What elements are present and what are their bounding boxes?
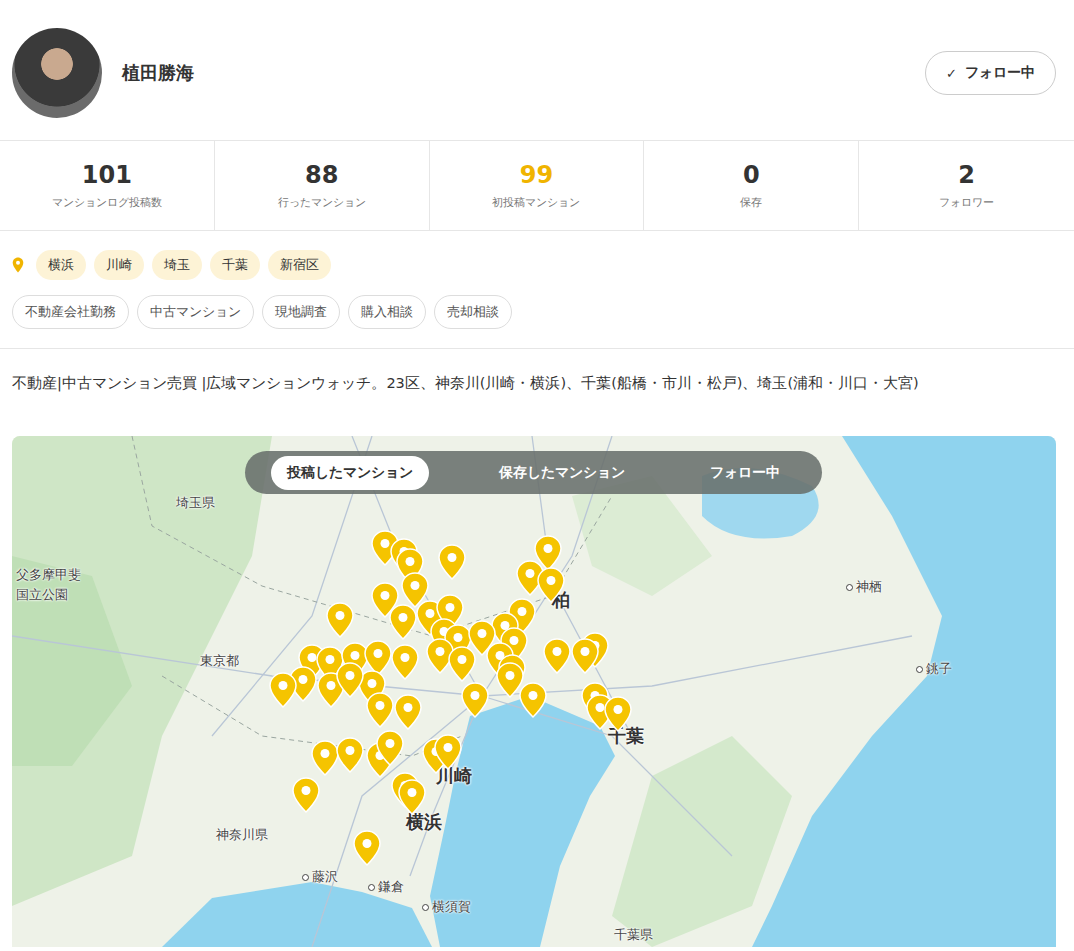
map-pin-icon[interactable] — [311, 740, 339, 776]
map-label: 埼玉県 — [176, 494, 215, 512]
follow-button[interactable]: ✓ フォロー中 — [925, 51, 1056, 95]
map-pin-icon[interactable] — [461, 682, 489, 718]
stat-item[interactable]: 2 フォロワー — [859, 141, 1074, 230]
tag-chip[interactable]: 中古マンション — [137, 295, 254, 329]
area-chip[interactable]: 横浜 — [36, 250, 86, 280]
area-chip[interactable]: 埼玉 — [152, 250, 202, 280]
map-label: 神奈川県 — [216, 826, 268, 844]
stat-label: 初投稿マンション — [492, 195, 580, 210]
map-pin-icon[interactable] — [391, 644, 419, 680]
area-chip[interactable]: 千葉 — [210, 250, 260, 280]
map[interactable]: 埼玉県 父多摩甲斐 国立公園 東京都 神奈川県 柏 神栖 銚子 千葉 川崎 横浜… — [12, 436, 1056, 947]
stat-item[interactable]: 101 マンションログ投稿数 — [0, 141, 215, 230]
bio-text: 不動産|中古マンション売買 |広域マンションウォッチ。23区、神奈川(川崎・横浜… — [0, 349, 1074, 436]
map-pin-icon[interactable] — [434, 734, 462, 770]
map-label: 東京都 — [200, 652, 239, 670]
map-label: 横須賀 — [422, 898, 471, 916]
map-label: 神栖 — [846, 578, 882, 596]
map-pin-icon[interactable] — [366, 692, 394, 728]
map-label: 千葉 — [608, 724, 644, 748]
stat-label: 行ったマンション — [278, 195, 366, 210]
map-pin-icon[interactable] — [519, 682, 547, 718]
map-pin-icon[interactable] — [394, 694, 422, 730]
profile-page: 植田勝海 ✓ フォロー中 101 マンションログ投稿数88 行ったマンション99… — [0, 0, 1074, 947]
check-icon: ✓ — [946, 66, 957, 81]
map-pin-icon[interactable] — [448, 646, 476, 682]
map-pin-icon[interactable] — [364, 640, 392, 676]
map-pin-icon[interactable] — [398, 779, 426, 815]
map-label: 国立公園 — [16, 586, 68, 604]
tag-chip[interactable]: 売却相談 — [434, 295, 512, 329]
map-label: 藤沢 — [302, 868, 338, 886]
map-pin-icon[interactable] — [336, 662, 364, 698]
map-label: 千葉県 — [614, 926, 653, 944]
user-name: 植田勝海 — [122, 61, 194, 85]
area-list: 横浜川崎埼玉千葉新宿区 — [0, 231, 1074, 280]
city-dot-icon — [846, 584, 853, 591]
map-pin-icon[interactable] — [537, 567, 565, 603]
stats-row: 101 マンションログ投稿数88 行ったマンション99 初投稿マンション0 保存… — [0, 141, 1074, 231]
map-tab[interactable]: 保存したマンション — [483, 456, 641, 490]
stat-label: マンションログ投稿数 — [52, 195, 162, 210]
map-pin-icon[interactable] — [376, 730, 404, 766]
city-dot-icon — [302, 874, 309, 881]
map-pin-icon[interactable] — [292, 777, 320, 813]
area-chip[interactable]: 川崎 — [94, 250, 144, 280]
map-pin-icon[interactable] — [571, 638, 599, 674]
avatar-photo — [12, 28, 102, 118]
tag-chip[interactable]: 現地調査 — [262, 295, 340, 329]
location-pin-icon — [12, 257, 24, 273]
map-label: 鎌倉 — [368, 878, 404, 896]
tag-chip[interactable]: 不動産会社勤務 — [12, 295, 129, 329]
map-pin-icon[interactable] — [269, 672, 297, 708]
stat-item[interactable]: 0 保存 — [644, 141, 859, 230]
map-pin-icon[interactable] — [389, 604, 417, 640]
stat-value: 88 — [305, 161, 338, 189]
map-pin-icon[interactable] — [438, 544, 466, 580]
map-pin-icon[interactable] — [326, 602, 354, 638]
follow-label: フォロー中 — [965, 64, 1035, 82]
map-pin-icon[interactable] — [353, 830, 381, 866]
map-label: 父多摩甲斐 — [16, 566, 81, 584]
map-label: 銚子 — [916, 660, 952, 678]
stat-label: 保存 — [740, 195, 762, 210]
stat-item[interactable]: 99 初投稿マンション — [430, 141, 645, 230]
stat-value: 2 — [958, 161, 975, 189]
stat-value: 0 — [743, 161, 760, 189]
city-dot-icon — [916, 666, 923, 673]
map-pin-icon[interactable] — [543, 638, 571, 674]
map-pin-icon[interactable] — [604, 696, 632, 732]
city-dot-icon — [422, 904, 429, 911]
profile-header: 植田勝海 ✓ フォロー中 — [0, 0, 1074, 141]
stat-value: 101 — [82, 161, 132, 189]
tag-list: 不動産会社勤務中古マンション現地調査購入相談売却相談 — [0, 280, 1074, 349]
tag-chip[interactable]: 購入相談 — [348, 295, 426, 329]
stat-value: 99 — [520, 161, 553, 189]
area-chip[interactable]: 新宿区 — [268, 250, 331, 280]
map-pin-icon[interactable] — [336, 737, 364, 773]
map-tab-bar: 投稿したマンション 保存したマンション フォロー中 — [245, 451, 822, 494]
stat-label: フォロワー — [939, 195, 994, 210]
map-tab[interactable]: フォロー中 — [694, 456, 796, 490]
stat-item[interactable]: 88 行ったマンション — [215, 141, 430, 230]
city-dot-icon — [368, 884, 375, 891]
map-tab[interactable]: 投稿したマンション — [271, 456, 429, 490]
